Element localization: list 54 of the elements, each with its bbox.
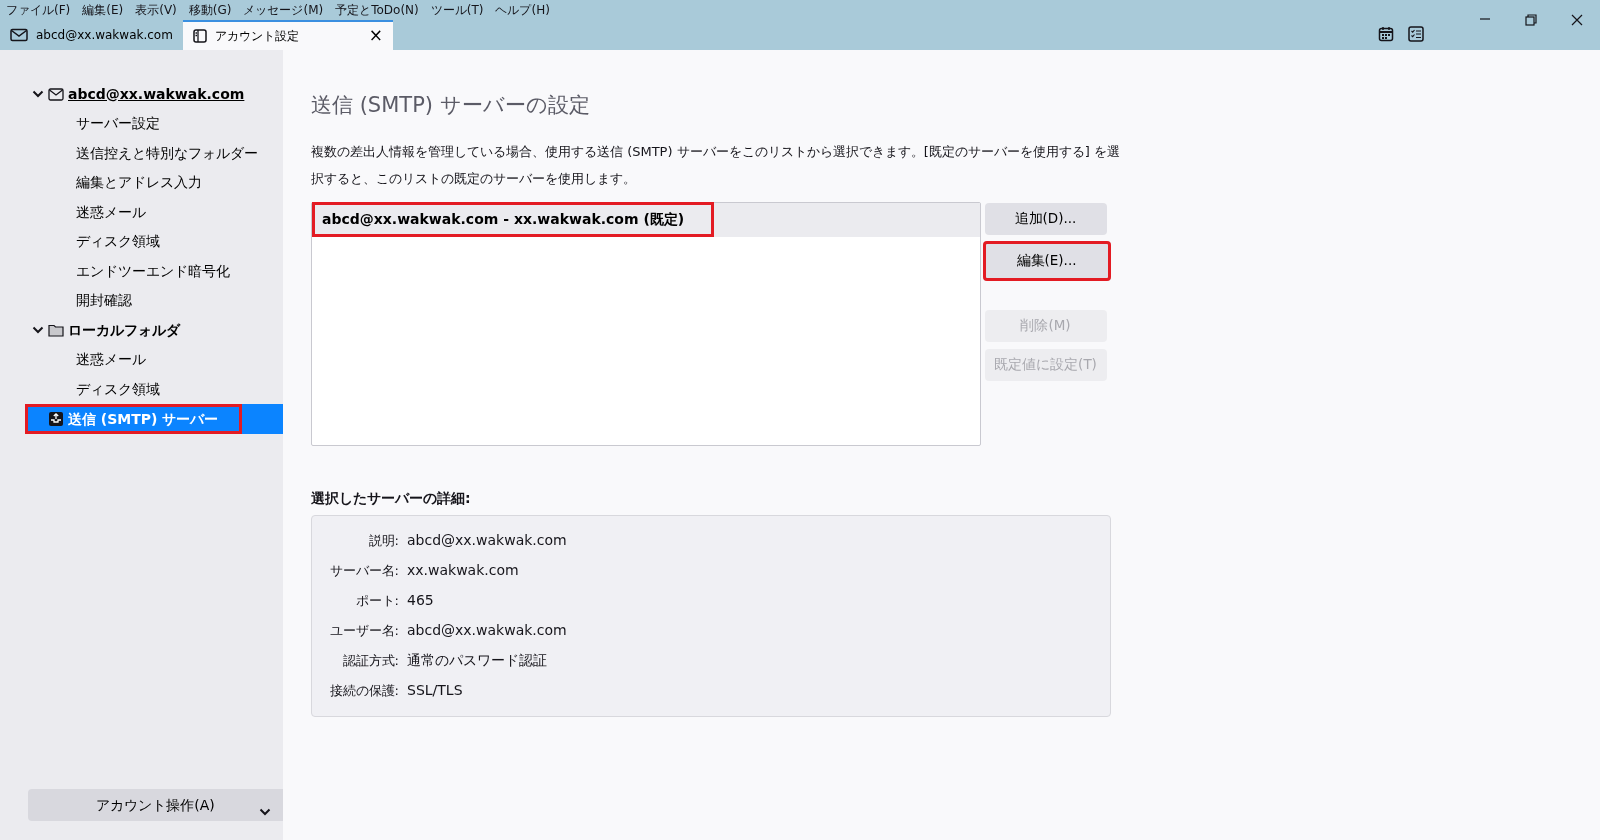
menu-item[interactable]: メッセージ(M) xyxy=(237,0,330,20)
action-button[interactable]: 編集(E)... xyxy=(982,240,1111,281)
menu-item[interactable]: 移動(G) xyxy=(182,0,238,20)
sidebar-item[interactable]: 送信控えと特別なフォルダー xyxy=(0,138,283,168)
menu-item[interactable]: ツール(T) xyxy=(424,0,490,20)
details-heading: 選択したサーバーの詳細: xyxy=(311,488,472,508)
description-text: 複数の差出人情報を管理している場合、使用する送信 (SMTP) サーバーをこのリストから選択できます。[既定のサーバーを使用する] を選択すると、このリストの既定のサーバーを使用します。 xyxy=(311,142,1121,188)
sidebar-item[interactable]: エンドツーエンド暗号化 xyxy=(0,256,283,286)
close-button[interactable]: × xyxy=(368,23,383,49)
sidebar-item[interactable]: abcd@xx.wakwak.com xyxy=(0,79,283,109)
field-label: ユーザー名: xyxy=(328,621,399,640)
panel-icon xyxy=(192,29,207,43)
chevron-down-icon xyxy=(32,326,44,334)
tab-label: アカウント設定 xyxy=(214,28,300,45)
field-value: 通常のパスワード認証 xyxy=(407,651,547,670)
menu-item[interactable]: 予定とToDo(N) xyxy=(329,0,425,20)
sidebar-item[interactable]: ディスク領域 xyxy=(0,374,283,404)
sidebar-item[interactable]: 迷惑メール xyxy=(0,197,283,227)
sidebar-item[interactable]: ディスク領域 xyxy=(0,227,283,257)
field-label: 認証方式: xyxy=(341,651,399,670)
tab[interactable]: abcd@xx.wakwak.com xyxy=(0,20,183,50)
task-list-icon[interactable] xyxy=(1408,26,1424,42)
page-title: 送信 (SMTP) サーバーの設定 xyxy=(311,92,591,119)
field-label: ポート: xyxy=(354,591,399,610)
action-button[interactable]: 追加(D)... xyxy=(984,202,1107,235)
menu-item[interactable]: 編集(E) xyxy=(76,0,130,20)
field-value: abcd@xx.wakwak.com xyxy=(407,621,567,640)
menu-item[interactable]: ファイル(F) xyxy=(0,0,77,20)
menu-item[interactable]: ヘルプ(H) xyxy=(489,0,556,20)
field-label: 接続の保護: xyxy=(328,681,399,700)
sidebar-item[interactable]: 開封確認 xyxy=(0,286,283,315)
field-label: サーバー名: xyxy=(328,561,399,580)
tab[interactable]: アカウント設定 × xyxy=(182,20,393,50)
mail-icon xyxy=(10,28,28,42)
envelope-icon xyxy=(48,87,64,101)
chevron-down-icon xyxy=(32,90,44,98)
calendar-icon[interactable] xyxy=(1378,26,1394,42)
folder-icon xyxy=(48,323,64,337)
menu-item[interactable]: 表示(V) xyxy=(129,0,183,20)
restore-icon[interactable] xyxy=(1523,12,1539,28)
tab-label: abcd@xx.wakwak.com xyxy=(36,27,173,44)
field-value: abcd@xx.wakwak.com xyxy=(407,531,567,550)
sidebar-item[interactable]: ローカルフォルダ xyxy=(0,315,283,345)
field-value: xx.wakwak.com xyxy=(407,561,519,580)
field-value: 465 xyxy=(407,591,434,610)
close-icon[interactable] xyxy=(1569,12,1585,28)
server-row[interactable]: abcd@xx.wakwak.com - xx.wakwak.com (既定) xyxy=(312,202,980,237)
outbox-icon xyxy=(48,411,64,427)
sidebar-item[interactable]: 編集とアドレス入力 xyxy=(0,168,283,198)
field-label: 説明: xyxy=(367,531,399,550)
sidebar-item[interactable]: 迷惑メール xyxy=(0,345,283,375)
sidebar-item[interactable]: サーバー設定 xyxy=(0,109,283,139)
account-actions-button[interactable]: アカウント操作(A) xyxy=(28,789,283,821)
field-value: SSL/TLS xyxy=(407,681,463,700)
